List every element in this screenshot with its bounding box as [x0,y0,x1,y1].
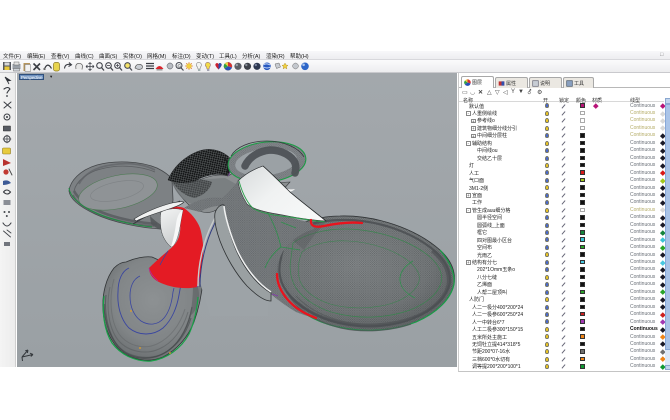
svg-text:G: G [178,64,182,69]
